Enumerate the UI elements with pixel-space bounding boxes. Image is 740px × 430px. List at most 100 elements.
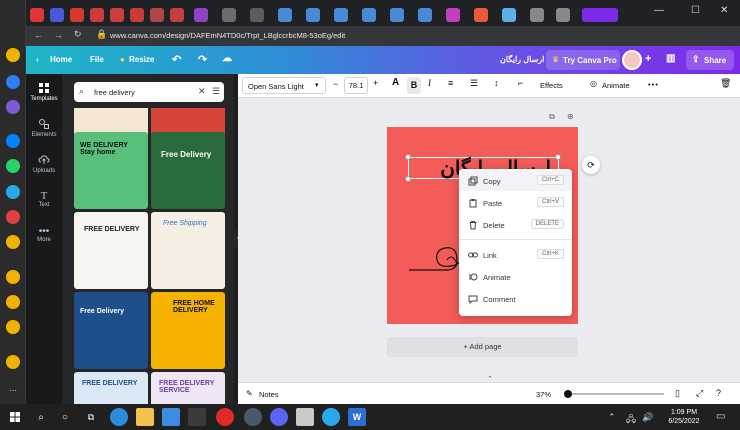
rail-templates[interactable]: Templates <box>26 82 62 102</box>
template-thumb[interactable]: FREE DELIVERY <box>74 212 148 289</box>
rotate-icon[interactable]: ⟳ <box>582 156 600 174</box>
file-explorer-icon[interactable] <box>136 408 154 426</box>
resize-button[interactable]: Resize <box>129 55 154 64</box>
tab-favicon[interactable] <box>362 8 376 22</box>
menu-item-animate[interactable]: Animate <box>459 267 572 287</box>
dock-app-icon[interactable] <box>6 295 20 309</box>
bold-icon[interactable]: B <box>407 77 421 94</box>
menu-item-delete[interactable]: Delete DELETE <box>459 215 572 235</box>
network-icon[interactable]: 🖧 <box>626 412 636 428</box>
tab-favicon[interactable] <box>530 8 544 22</box>
filter-icon[interactable]: ☰ <box>212 86 220 97</box>
more-options-button[interactable]: ••• <box>648 80 659 89</box>
tab-favicon[interactable] <box>222 8 236 22</box>
redo-icon[interactable]: ↷ <box>198 53 207 66</box>
word-icon[interactable]: W <box>348 408 366 426</box>
tab-favicon[interactable] <box>170 8 184 22</box>
resize-handle[interactable] <box>405 154 411 160</box>
tray-chevron-icon[interactable]: ⌃ <box>608 412 616 423</box>
store-icon[interactable] <box>162 408 180 426</box>
try-pro-button[interactable]: ♛ Try Canva Pro <box>546 50 620 70</box>
settings-icon[interactable] <box>6 355 20 369</box>
effects-button[interactable]: Effects <box>540 81 563 90</box>
tab-favicon[interactable] <box>390 8 404 22</box>
font-size-input[interactable]: 78.1 <box>344 77 368 94</box>
dock-app-icon[interactable] <box>6 270 20 284</box>
dock-app-icon[interactable] <box>6 210 20 224</box>
dock-app-icon[interactable] <box>6 235 20 249</box>
zoom-slider-track[interactable] <box>568 393 664 395</box>
dock-app-icon[interactable] <box>6 320 20 334</box>
forward-icon[interactable]: → <box>54 30 63 40</box>
page-count-icon[interactable]: ▯ <box>675 388 680 399</box>
undo-icon[interactable]: ↶ <box>172 53 181 66</box>
tab-favicon[interactable] <box>150 8 164 22</box>
resize-handle[interactable] <box>405 176 411 182</box>
cloud-save-icon[interactable]: ☁ <box>222 53 232 64</box>
search-input[interactable]: free delivery <box>94 88 135 97</box>
template-thumb[interactable]: FREE HOME DELIVERY <box>151 292 225 369</box>
task-view-icon[interactable]: ⧉ <box>82 408 100 426</box>
duplicate-page-icon[interactable]: ⧉ <box>549 112 555 122</box>
tab-favicon[interactable] <box>194 8 208 22</box>
text-style-icon[interactable]: ⌐ <box>518 78 523 88</box>
rail-text[interactable]: T Text <box>26 190 62 208</box>
template-thumb[interactable]: FREE DELIVERY <box>74 372 148 404</box>
avatar[interactable] <box>622 50 642 70</box>
template-thumb[interactable]: FREE DELIVERY SERVICE <box>151 372 225 404</box>
volume-icon[interactable]: 🔊 <box>642 412 653 423</box>
discord-icon[interactable] <box>270 408 288 426</box>
mail-icon[interactable] <box>188 408 206 426</box>
share-button[interactable]: ⇪ Share <box>686 50 734 70</box>
file-menu-button[interactable]: File <box>90 55 104 64</box>
increase-size-button[interactable]: + <box>373 78 378 88</box>
messenger-icon[interactable] <box>6 134 20 148</box>
notifications-icon[interactable]: ▭ <box>716 411 725 422</box>
dock-app-icon[interactable] <box>6 48 20 62</box>
dock-app-icon[interactable] <box>6 75 20 89</box>
template-thumb[interactable]: WE DELIVERY Stay home <box>74 132 148 209</box>
edge-icon[interactable] <box>110 408 128 426</box>
add-page-button[interactable]: + Add page <box>387 337 578 357</box>
tab-favicon[interactable] <box>334 8 348 22</box>
steam-icon[interactable] <box>244 408 262 426</box>
rail-uploads[interactable]: Uploads <box>26 154 62 174</box>
home-button[interactable]: Home <box>50 55 72 64</box>
font-dropdown[interactable]: Open Sans Light ▾ <box>242 77 326 94</box>
italic-icon[interactable]: I <box>428 78 431 88</box>
tab-favicon[interactable] <box>250 8 264 22</box>
rail-more[interactable]: ••• More <box>26 226 62 243</box>
tab-favicon[interactable] <box>30 8 44 22</box>
url-text[interactable]: www.canva.com/design/DAFEmN4TD0c/Trpt_LB… <box>110 28 670 44</box>
template-thumb[interactable]: Free Delivery <box>151 132 225 209</box>
tab-favicon[interactable] <box>90 8 104 22</box>
back-icon[interactable]: ← <box>34 30 43 40</box>
add-page-icon[interactable]: ⊕ <box>567 112 574 121</box>
tab-favicon[interactable] <box>556 8 570 22</box>
decrease-size-button[interactable]: − <box>333 79 338 89</box>
tab-favicon[interactable] <box>50 8 64 22</box>
opera-icon[interactable] <box>216 408 234 426</box>
add-collaborator-icon[interactable]: + <box>645 53 651 65</box>
align-center-icon[interactable]: ≡ <box>448 78 453 88</box>
template-thumb[interactable]: Free Delivery <box>74 292 148 369</box>
menu-item-paste[interactable]: Paste Ctrl+V <box>459 193 572 213</box>
menu-item-comment[interactable]: Comment <box>459 289 572 309</box>
cortana-icon[interactable]: ○ <box>56 408 74 426</box>
tab-favicon[interactable] <box>474 8 488 22</box>
tab-favicon[interactable] <box>130 8 144 22</box>
reload-icon[interactable]: ↻ <box>74 29 82 40</box>
template-thumb[interactable]: Free Shipping <box>151 212 225 289</box>
search-icon[interactable]: ⌕ <box>32 408 50 426</box>
dock-app-icon[interactable] <box>6 100 20 114</box>
resize-handle[interactable] <box>555 154 561 160</box>
tab-favicon[interactable] <box>502 8 516 22</box>
zoom-percent[interactable]: 37% <box>536 390 551 399</box>
minimize-icon[interactable]: — <box>654 5 664 16</box>
zoom-slider-thumb[interactable] <box>564 390 572 398</box>
tab-favicon[interactable] <box>278 8 292 22</box>
back-chevron-icon[interactable]: ‹ <box>36 55 39 64</box>
tab-favicon[interactable] <box>418 8 432 22</box>
spacing-icon[interactable]: ↕ <box>494 78 499 88</box>
search-box[interactable]: ⌕ free delivery ✕ ☰ <box>74 82 224 102</box>
